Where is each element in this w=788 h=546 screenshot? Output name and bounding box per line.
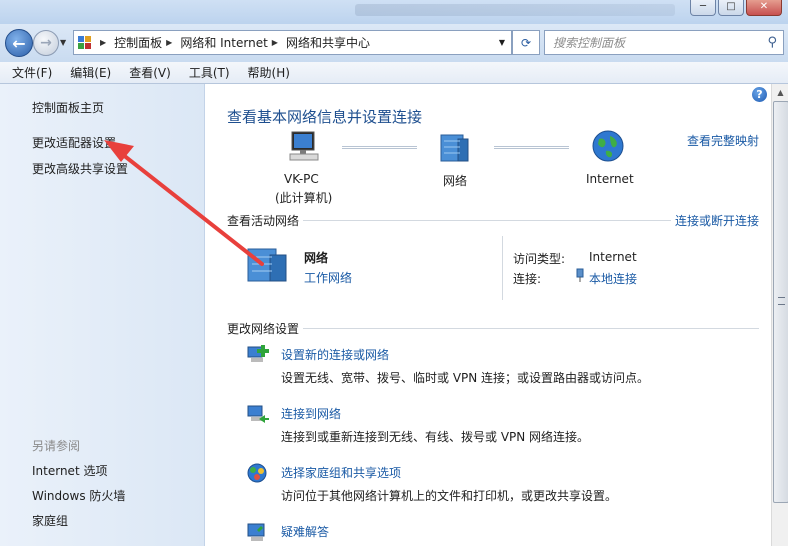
- breadcrumb-item[interactable]: 控制面板: [114, 34, 162, 51]
- see-also-internet-options[interactable]: Internet 选项: [32, 462, 107, 479]
- menu-tools[interactable]: 工具(T): [183, 64, 236, 81]
- active-network-title: 查看活动网络: [227, 214, 300, 228]
- menu-bar: 文件(F) 编辑(E) 查看(V) 工具(T) 帮助(H): [0, 62, 788, 84]
- breadcrumb-separator-icon: ▶: [271, 38, 278, 47]
- breadcrumb-separator-icon: ▶: [100, 38, 107, 47]
- breadcrumb-item[interactable]: 网络和共享中心: [286, 34, 370, 51]
- homegroup-icon: [247, 463, 267, 483]
- connect-network-icon: [247, 405, 269, 423]
- new-connection-icon: [247, 345, 269, 362]
- troubleshoot-icon: [247, 523, 265, 541]
- back-button[interactable]: ←: [5, 29, 33, 57]
- close-icon: ✕: [759, 1, 769, 12]
- computer-icon: [289, 131, 319, 161]
- breadcrumb-separator-icon: ▶: [166, 38, 173, 47]
- internet-label: Internet: [586, 172, 634, 186]
- address-dropdown-icon[interactable]: ▼: [499, 38, 505, 47]
- local-connection-link[interactable]: 本地连接: [589, 270, 637, 287]
- search-input[interactable]: 搜索控制面板 ⚲: [544, 30, 784, 55]
- setup-new-connection-link[interactable]: 设置新的连接或网络: [281, 346, 389, 363]
- address-toolbar: ← → ▼ ▶ 控制面板 ▶ 网络和 Internet ▶ 网络和共享中心 ▼ …: [0, 24, 788, 62]
- menu-edit[interactable]: 编辑(E): [64, 64, 117, 81]
- forward-button[interactable]: →: [33, 30, 59, 56]
- breadcrumb[interactable]: ▶ 控制面板 ▶ 网络和 Internet ▶ 网络和共享中心 ▼: [73, 30, 512, 55]
- see-also-homegroup[interactable]: 家庭组: [32, 512, 68, 529]
- window-controls: ─ □ ✕: [690, 0, 782, 16]
- search-icon[interactable]: ⚲: [767, 35, 777, 50]
- blurred-title: [355, 4, 675, 16]
- scroll-up-icon[interactable]: ▲: [772, 84, 788, 100]
- help-icon: ?: [756, 88, 763, 101]
- maximize-button[interactable]: □: [718, 0, 744, 16]
- minimize-button[interactable]: ─: [690, 0, 716, 16]
- vertical-scrollbar[interactable]: ▲: [771, 84, 788, 546]
- page-title: 查看基本网络信息并设置连接: [227, 108, 423, 126]
- help-button[interactable]: ?: [752, 87, 767, 102]
- menu-help[interactable]: 帮助(H): [242, 64, 296, 81]
- menu-view[interactable]: 查看(V): [123, 64, 177, 81]
- homegroup-sharing-link[interactable]: 选择家庭组和共享选项: [281, 464, 401, 481]
- section-divider: [303, 328, 759, 329]
- see-also-title: 另请参阅: [32, 439, 81, 453]
- connections-label: 连接:: [513, 272, 542, 286]
- menu-file[interactable]: 文件(F): [6, 64, 58, 81]
- minimize-icon: ─: [699, 1, 707, 12]
- homegroup-sharing-desc: 访问位于其他网络计算机上的文件和打印机，或更改共享设置。: [281, 489, 618, 503]
- section-divider: [303, 220, 671, 221]
- troubleshoot-link[interactable]: 疑难解答: [281, 523, 329, 540]
- computer-subtitle: (此计算机): [275, 191, 333, 205]
- scroll-thumb[interactable]: [773, 101, 788, 503]
- close-button[interactable]: ✕: [746, 0, 782, 16]
- history-dropdown-icon[interactable]: ▼: [60, 38, 66, 47]
- access-type-value: Internet: [589, 250, 637, 264]
- connect-to-network-desc: 连接到或重新连接到无线、有线、拨号或 VPN 网络连接。: [281, 430, 590, 444]
- network-type-link[interactable]: 工作网络: [304, 269, 352, 286]
- active-network-name: 网络: [304, 251, 329, 265]
- title-bar: ─ □ ✕: [0, 0, 788, 24]
- map-connector-line: [494, 146, 569, 149]
- refresh-icon: ⟳: [520, 35, 532, 50]
- control-panel-icon: [78, 35, 92, 50]
- setup-new-connection-desc: 设置无线、宽带、拨号、临时或 VPN 连接；或设置路由器或访问点。: [281, 371, 650, 385]
- connect-to-network-link[interactable]: 连接到网络: [281, 405, 341, 422]
- back-arrow-icon: ←: [12, 33, 26, 53]
- see-also-windows-firewall[interactable]: Windows 防火墙: [32, 487, 125, 504]
- network-label: 网络: [443, 174, 468, 188]
- scroll-grip-icon: [778, 297, 785, 305]
- breadcrumb-item[interactable]: 网络和 Internet: [180, 34, 267, 51]
- search-placeholder: 搜索控制面板: [553, 36, 626, 50]
- map-connector-line: [342, 146, 417, 149]
- access-type-label: 访问类型:: [513, 252, 566, 266]
- change-settings-title: 更改网络设置: [227, 322, 300, 336]
- network-icon: [440, 134, 469, 162]
- connect-disconnect-link[interactable]: 连接或断开连接: [675, 212, 759, 229]
- maximize-icon: □: [726, 1, 736, 12]
- sidebar-item-control-panel-home[interactable]: 控制面板主页: [32, 99, 104, 116]
- computer-name: VK-PC: [284, 172, 319, 186]
- network-building-icon: [247, 248, 287, 282]
- sidebar-item-change-adapter-settings[interactable]: 更改适配器设置: [32, 134, 116, 151]
- forward-arrow-icon: →: [40, 35, 52, 51]
- refresh-button[interactable]: ⟳: [512, 30, 540, 55]
- sidebar-item-change-advanced-sharing[interactable]: 更改高级共享设置: [32, 160, 128, 177]
- view-full-map-link[interactable]: 查看完整映射: [687, 132, 759, 149]
- globe-icon: [592, 130, 624, 162]
- ethernet-icon: [576, 268, 584, 282]
- vertical-divider: [502, 236, 503, 300]
